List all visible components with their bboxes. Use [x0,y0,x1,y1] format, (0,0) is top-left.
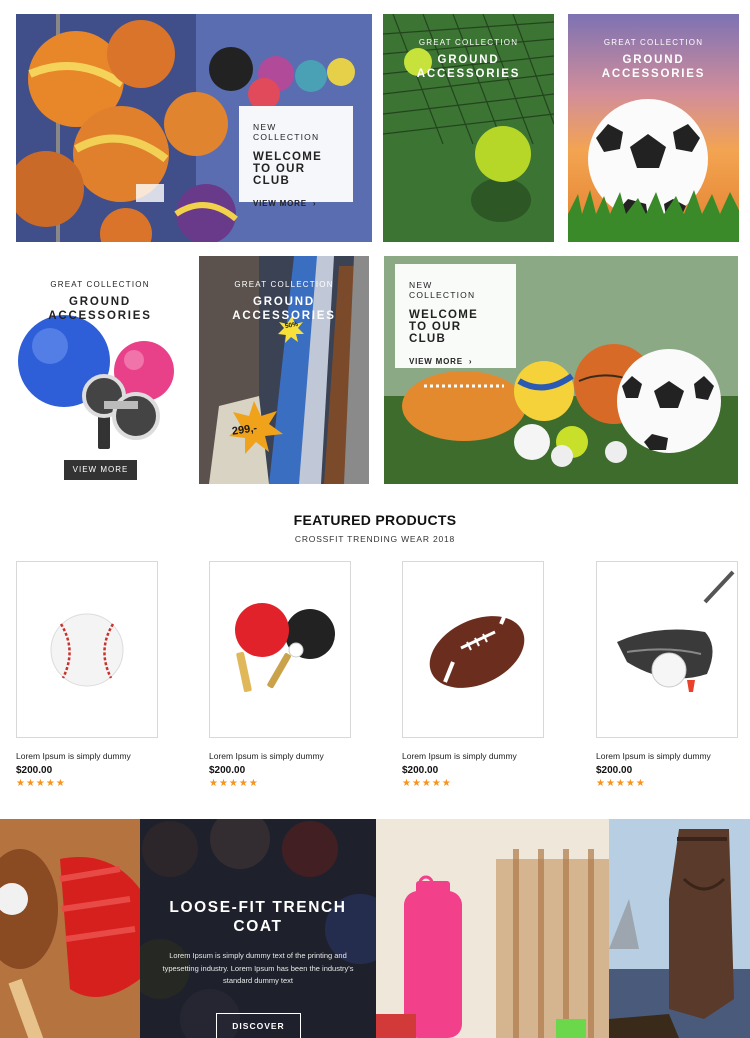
welcome-card: New Collection Welcome to our Club View … [395,264,516,368]
welcome-card: New Collection Welcome to our Club View … [239,106,353,208]
water-bottle-image [376,819,609,1038]
promo-title-line: Coat [233,918,283,935]
rating-stars: ★★★★★ [596,778,646,789]
caption-kicker: Great Collection [234,280,334,289]
caption-title: Ground Accessories [383,53,554,81]
featured-heading: FEATURED PRODUCTS [293,512,457,528]
product-name[interactable]: Lorem Ipsum is simply dummy [596,751,738,761]
product-name[interactable]: Lorem Ipsum is simply dummy [402,751,544,761]
card-title-line: Club [253,175,291,187]
ping-pong-paddles-icon [235,603,335,693]
featured-subheading: CROSSFIT TRENDING WEAR 2018 [294,534,456,544]
caption-title-line: Accessories [601,68,706,80]
promo-description: Lorem Ipsum is simply dummy text of the … [162,951,354,985]
product-price: $200.00 [16,765,53,776]
view-more-link[interactable]: View More › [409,357,472,366]
caption-title-line: Ground [622,54,685,66]
american-football-icon [429,609,525,688]
view-more-link[interactable]: View More › [253,199,316,208]
product-image-frame[interactable] [402,561,544,738]
caption-title-line: Ground [69,296,131,308]
golf-club-icon [617,570,735,692]
collection-tile-skis[interactable]: Great Collection Ground Accessories 299,… [199,256,369,484]
product-price: $200.00 [209,765,246,776]
promo-title: Loose-Fit Trench Coat [140,898,376,936]
caption-title: Ground Accessories [199,295,369,323]
caption-kicker: Great Collection [418,38,519,47]
view-more-label: View More [253,199,307,208]
card-title-line: Welcome [253,151,323,163]
rating-stars: ★★★★★ [209,778,259,789]
tile-caption: Great Collection Ground Accessories [383,38,554,81]
caption-title-line: Accessories [48,310,152,322]
rating-stars: ★★★★★ [402,778,452,789]
view-more-label: View More [409,357,463,366]
caption-title-line: Ground [253,296,315,308]
chevron-right-icon: › [468,357,473,366]
product-image-frame[interactable] [16,561,158,738]
discover-button[interactable]: Discover [216,1013,301,1038]
product-card[interactable]: Lorem Ipsum is simply dummy $200.00 ★★★★… [209,561,351,789]
collection-tile-tennis[interactable]: Great Collection Ground Accessories [383,14,554,242]
card-title: Welcome to our Club [253,151,339,187]
card-kicker: New Collection [253,122,320,142]
card-title-line: to our [253,163,306,175]
collection-tile-welcome-basketballs[interactable]: New Collection Welcome to our Club View … [16,14,372,242]
card-title-line: Welcome [409,309,479,321]
product-name[interactable]: Lorem Ipsum is simply dummy [209,751,351,761]
promo-title-line: Loose-Fit Trench [169,899,347,916]
collection-tile-welcome-balls[interactable]: New Collection Welcome to our Club View … [384,256,738,484]
card-kicker: New Collection [409,280,476,300]
tile-caption: Great Collection Ground Accessories [16,280,184,323]
product-image-frame[interactable] [596,561,738,738]
collection-tile-fitness[interactable]: Great Collection Ground Accessories View… [16,256,184,484]
caption-title: Ground Accessories [568,53,739,81]
product-price: $200.00 [596,765,633,776]
caption-title-line: Accessories [232,310,336,322]
baseball-icon [50,613,124,687]
product-image-frame[interactable] [209,561,351,738]
caption-kicker: Great Collection [603,38,704,47]
caption-title: Ground Accessories [16,295,184,323]
banner-baseball-gear[interactable] [0,819,140,1038]
product-name[interactable]: Lorem Ipsum is simply dummy [16,751,158,761]
baseball-glove-helmet-image [0,819,140,1038]
banner-boots[interactable] [609,819,750,1038]
card-title-line: to our [409,321,462,333]
caption-kicker: Great Collection [50,280,150,289]
cowboy-boots-image [609,819,750,1038]
banner-promo-trench-coat[interactable]: Loose-Fit Trench Coat Lorem Ipsum is sim… [140,819,376,1038]
card-title-line: Club [409,333,447,345]
tile-caption: Great Collection Ground Accessories [199,280,369,323]
product-price: $200.00 [402,765,439,776]
tile-caption: Great Collection Ground Accessories [568,38,739,81]
caption-title-line: Accessories [416,68,521,80]
card-title: Welcome to our Club [409,309,502,345]
product-card[interactable]: Lorem Ipsum is simply dummy $200.00 ★★★★… [402,561,544,789]
chevron-right-icon: › [312,199,317,208]
banner-water-bottle[interactable] [376,819,609,1038]
caption-title-line: Ground [437,54,500,66]
rating-stars: ★★★★★ [16,778,66,789]
collection-tile-soccer-sunset[interactable]: Great Collection Ground Accessories [568,14,739,242]
view-more-button[interactable]: View More [64,460,137,480]
product-card[interactable]: Lorem Ipsum is simply dummy $200.00 ★★★★… [596,561,738,789]
product-card[interactable]: Lorem Ipsum is simply dummy $200.00 ★★★★… [16,561,158,789]
